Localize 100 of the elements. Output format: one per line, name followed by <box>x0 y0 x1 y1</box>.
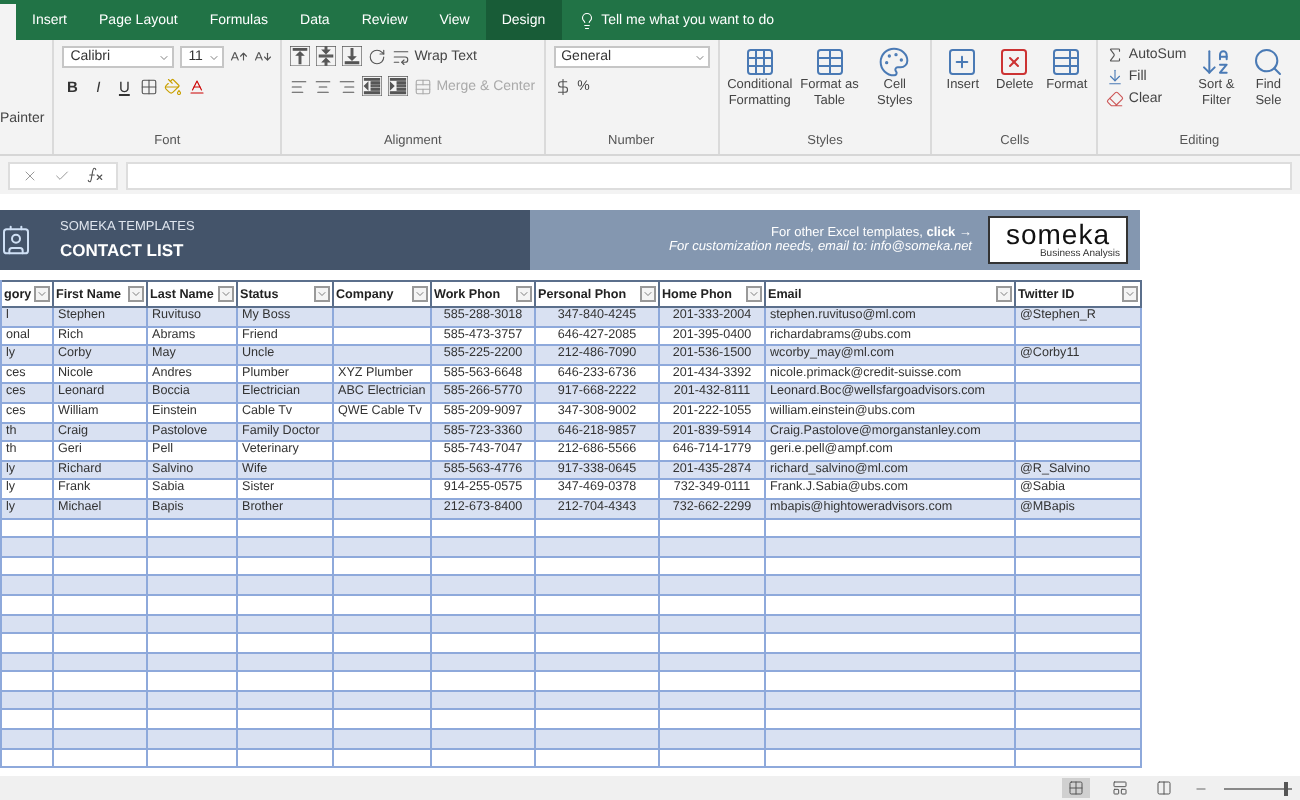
filter-button[interactable] <box>314 286 330 302</box>
table-cell <box>536 749 660 769</box>
table-cell <box>238 730 334 750</box>
currency-icon[interactable] <box>553 78 572 96</box>
zoom-slider-thumb[interactable] <box>1283 781 1288 795</box>
borders-icon[interactable] <box>140 78 159 96</box>
table-cell <box>148 672 238 692</box>
table-cell <box>334 461 432 481</box>
filter-button[interactable] <box>34 286 50 302</box>
table-cell <box>334 634 432 654</box>
table-cell <box>536 730 660 750</box>
table-cell <box>54 710 148 731</box>
table-cell <box>1016 519 1142 539</box>
align-left-icon[interactable] <box>290 77 309 95</box>
table-cell <box>54 538 148 558</box>
table-cell <box>148 595 238 615</box>
table-cell <box>660 672 766 692</box>
table-cell <box>238 672 334 692</box>
table-cell <box>432 576 536 596</box>
table-cell <box>1016 672 1142 692</box>
table-cell <box>334 672 432 692</box>
increase-indent-icon[interactable] <box>388 76 409 96</box>
dropdown-caret-icon <box>1124 288 1136 300</box>
table-cell <box>1016 423 1142 443</box>
table-cell <box>536 557 660 577</box>
normal-view-button[interactable] <box>1062 778 1090 798</box>
table-cell <box>334 423 432 443</box>
filter-button[interactable] <box>1122 286 1138 302</box>
table-cell <box>334 519 432 539</box>
table-cell <box>54 595 148 615</box>
table-cell <box>660 710 766 731</box>
dropdown-caret-icon <box>220 288 232 300</box>
grid-icon <box>743 46 776 78</box>
table-cell <box>334 499 432 520</box>
table-cell <box>1016 730 1142 750</box>
filter-button[interactable] <box>746 286 762 302</box>
lightbulb-icon <box>577 11 596 29</box>
table-cell <box>432 519 536 539</box>
table-cell <box>334 538 432 558</box>
table-cell <box>148 653 238 673</box>
table-cell <box>432 634 536 654</box>
search-icon <box>1252 46 1285 78</box>
align-top-icon[interactable] <box>290 46 311 66</box>
orientation-icon[interactable] <box>368 47 387 65</box>
table-cell <box>660 557 766 577</box>
table-cell <box>148 710 238 731</box>
table-cell <box>660 730 766 750</box>
table-cell <box>238 538 334 558</box>
table-cell <box>432 749 536 769</box>
table-cell <box>1016 557 1142 577</box>
table-cell <box>334 346 432 366</box>
table-cell <box>660 615 766 635</box>
align-bottom-icon[interactable] <box>342 46 363 66</box>
insert-cells-icon <box>946 46 979 78</box>
dropdown-caret-icon <box>316 288 328 300</box>
table-cell <box>54 691 148 711</box>
table-cell <box>1016 403 1142 424</box>
filter-button[interactable] <box>516 286 532 302</box>
table-cell <box>1016 384 1142 404</box>
filter-button[interactable] <box>128 286 144 302</box>
table-cell <box>660 595 766 615</box>
check-icon[interactable] <box>54 167 70 183</box>
banner-title: CONTACT LIST <box>60 240 186 260</box>
align-center-icon[interactable] <box>314 77 333 95</box>
table-cell <box>334 576 432 596</box>
table-cell <box>432 672 536 692</box>
function-icon[interactable] <box>86 166 104 184</box>
table-cell <box>1016 365 1142 385</box>
formula-input[interactable] <box>126 161 1292 189</box>
filter-button[interactable] <box>218 286 234 302</box>
dropdown-caret-icon <box>748 288 760 300</box>
table-cell <box>1016 749 1142 769</box>
table-cell <box>334 595 432 615</box>
table-cell <box>660 749 766 769</box>
table-cell <box>54 615 148 635</box>
grid-icon <box>1068 780 1084 796</box>
table-cell <box>54 634 148 654</box>
delete-cells-icon <box>998 46 1031 78</box>
table-cell <box>536 710 660 731</box>
table-cell <box>536 653 660 673</box>
table-cell <box>1016 595 1142 615</box>
align-right-icon[interactable] <box>338 77 357 95</box>
table-cell <box>238 653 334 673</box>
table-cell <box>54 653 148 673</box>
table-cell <box>148 538 238 558</box>
filter-button[interactable] <box>640 286 656 302</box>
align-middle-icon[interactable] <box>316 46 337 66</box>
fill-color-icon[interactable] <box>164 78 183 96</box>
grow-font-icon[interactable] <box>230 48 249 66</box>
shrink-font-icon[interactable] <box>254 48 273 66</box>
table-cell <box>334 749 432 769</box>
filter-button[interactable] <box>412 286 428 302</box>
table-cell <box>536 519 660 539</box>
page-layout-icon <box>1112 780 1128 796</box>
filter-button[interactable] <box>996 286 1012 302</box>
font-color-icon[interactable] <box>188 78 207 96</box>
cancel-icon[interactable] <box>22 167 38 183</box>
table-cell <box>536 691 660 711</box>
dropdown-caret-icon <box>693 51 706 63</box>
decrease-indent-icon[interactable] <box>362 76 383 96</box>
